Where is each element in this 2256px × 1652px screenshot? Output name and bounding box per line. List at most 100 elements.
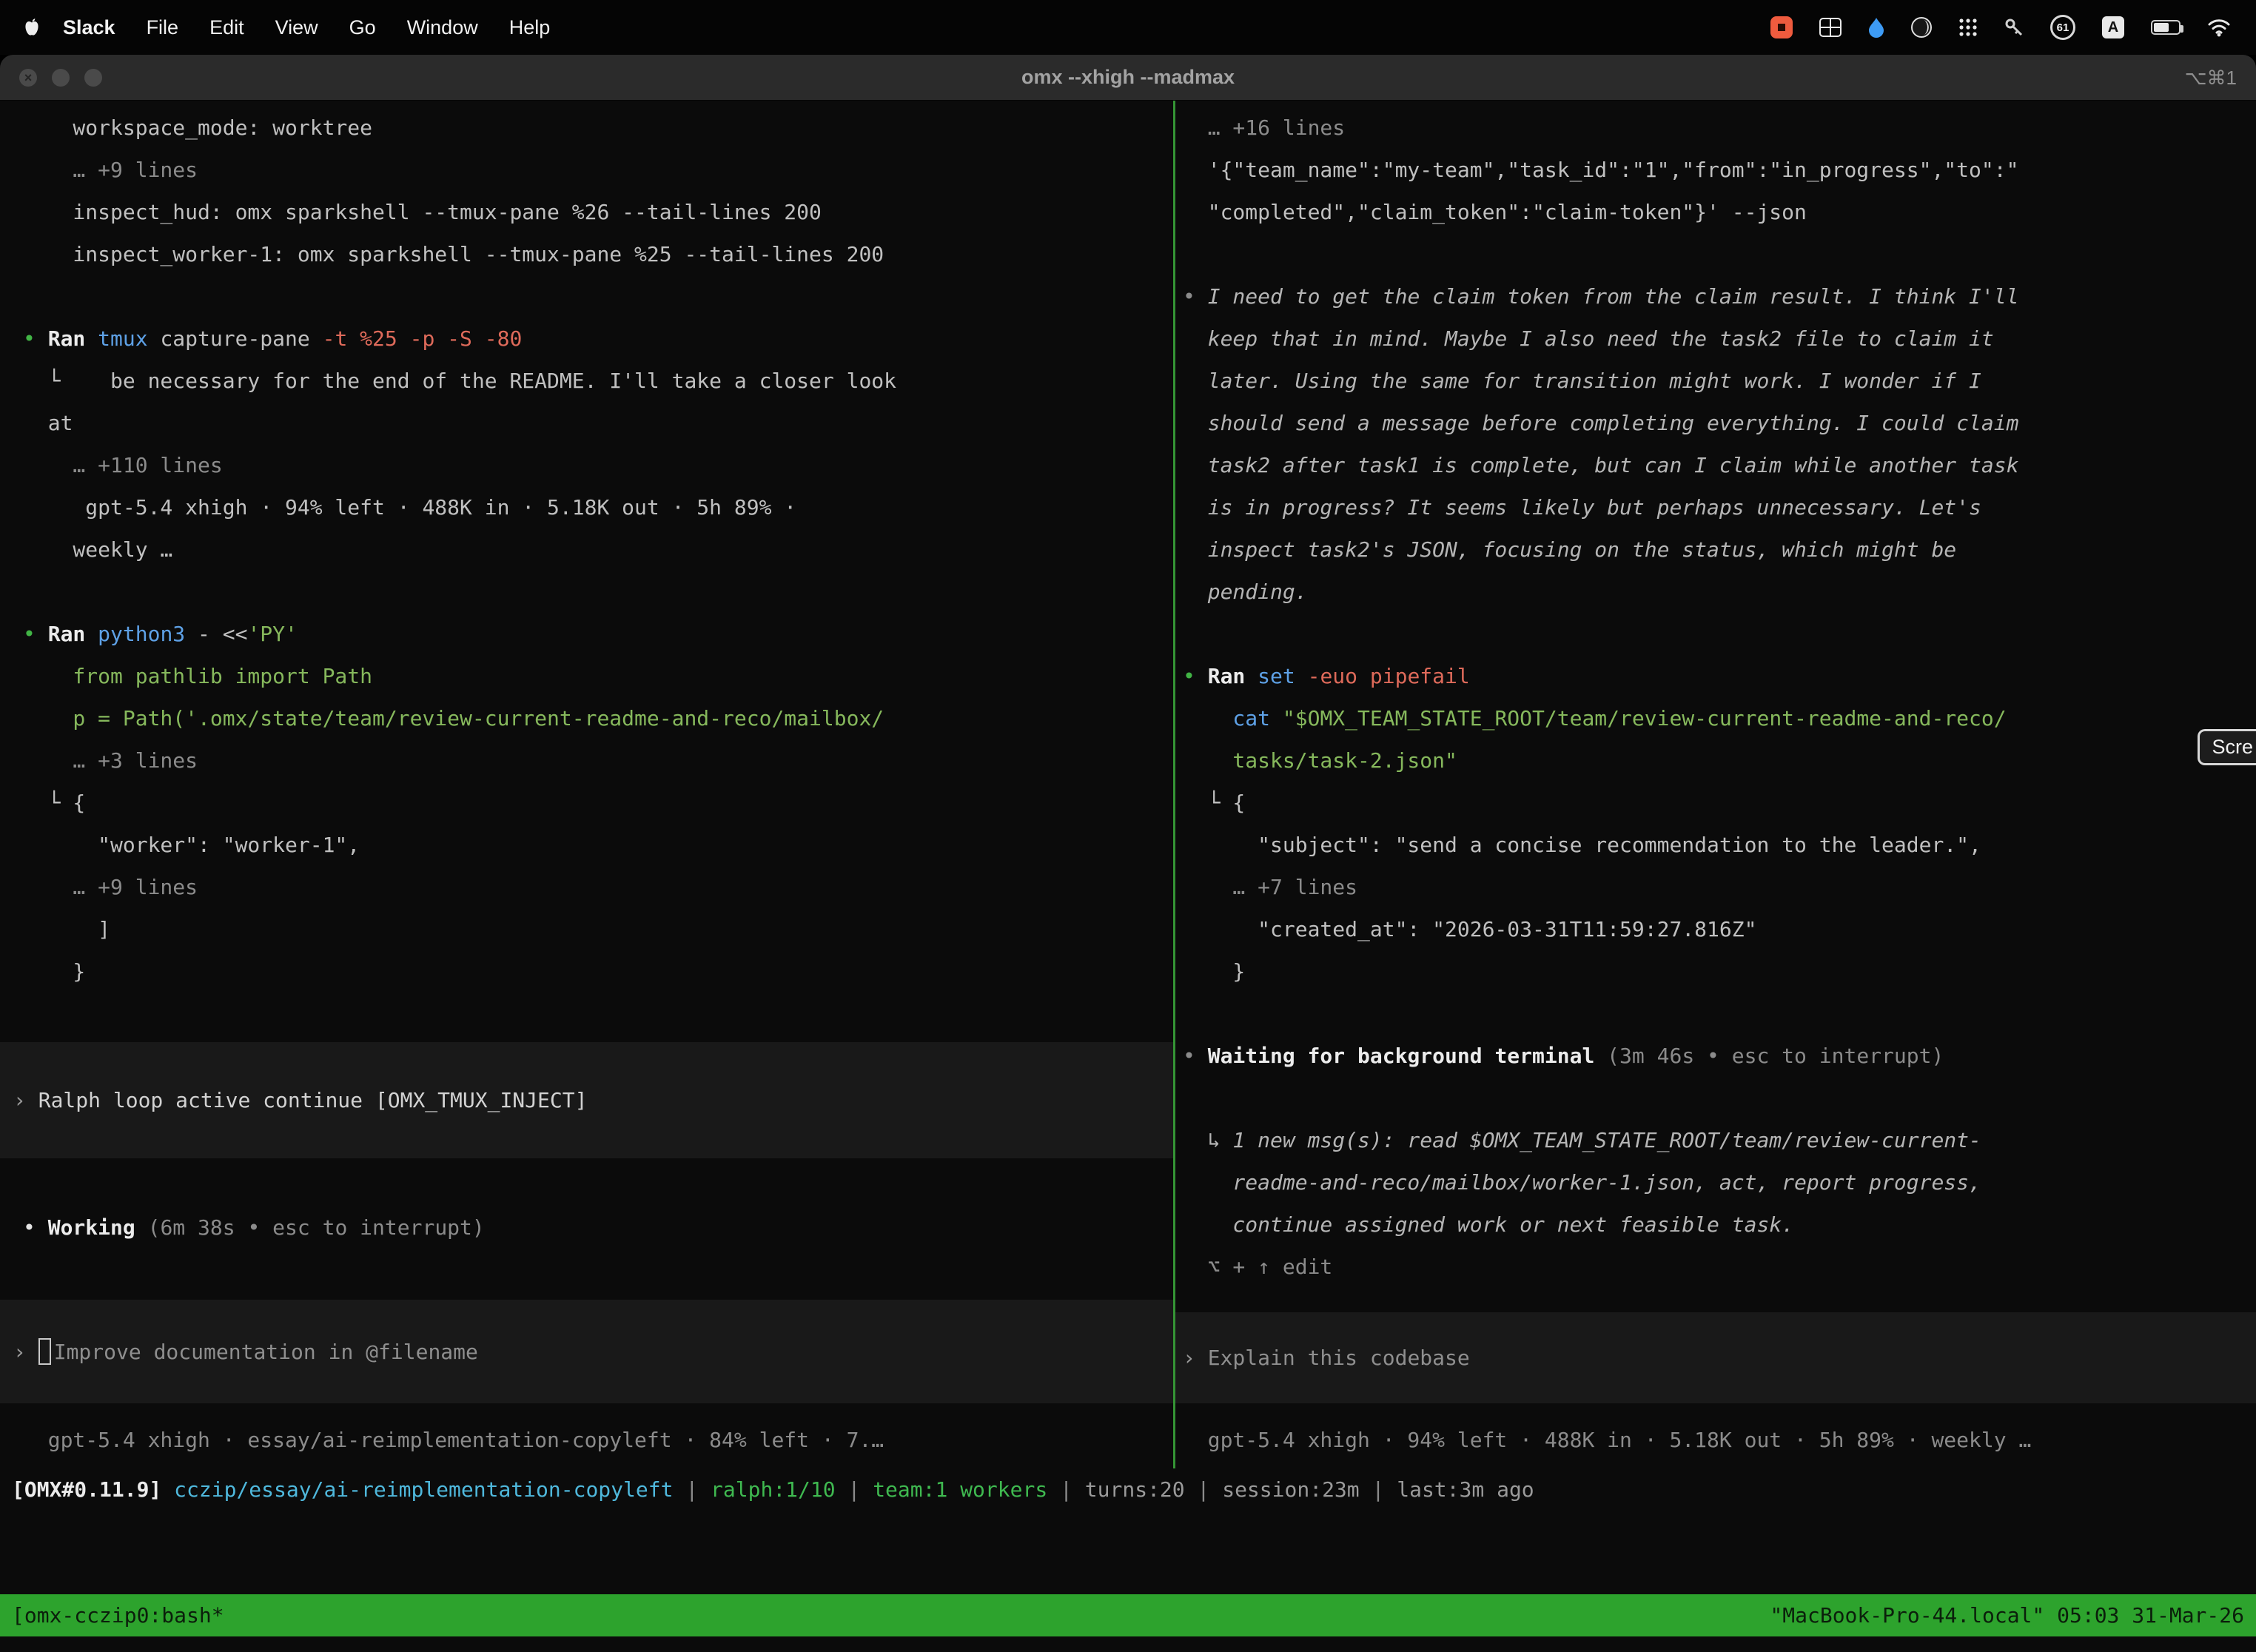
pane-status-line: gpt-5.4 xhigh · 94% left · 488K in · 5.1… <box>1183 1419 2256 1461</box>
bullet-icon: • <box>23 622 48 646</box>
prompt-input-left[interactable]: › Improve documentation in @filename <box>0 1300 1173 1403</box>
menu-view[interactable]: View <box>260 16 334 39</box>
menu-bar-status-icons: 61 A <box>1770 15 2241 40</box>
spacer <box>23 1403 1173 1419</box>
collapsed-lines-indicator: … +3 lines <box>23 739 1173 782</box>
window-title: omx --xhigh --madmax <box>1021 66 1235 89</box>
command-output-line: } <box>23 950 1173 993</box>
edit-shortcut-hint: ⌥ + ↑ edit <box>1183 1246 2256 1288</box>
blank-line <box>23 571 1173 613</box>
screen-recording-icon[interactable] <box>1770 16 1793 38</box>
dots-grid-icon[interactable] <box>1958 18 1978 37</box>
command-output-line: └ be necessary for the end of the README… <box>23 360 1173 402</box>
command-output-line: └ { <box>23 782 1173 824</box>
working-status-line: • Working (6m 38s • esc to interrupt) <box>23 1206 1173 1249</box>
reasoning-line: later. Using the same for transition mig… <box>1183 360 2256 402</box>
omx-version: [OMX#0.11.9] <box>12 1477 161 1502</box>
last-activity: last:3m ago <box>1397 1477 1534 1502</box>
collapsed-lines-indicator: … +7 lines <box>1183 866 2256 908</box>
menu-help[interactable]: Help <box>494 16 566 39</box>
tmux-panes: workspace_mode: worktree … +9 lines insp… <box>0 101 2256 1468</box>
prompt-input-right[interactable]: › Explain this codebase <box>1175 1312 2256 1403</box>
tmux-pane-right[interactable]: … +16 lines '{"team_name":"my-team","tas… <box>1175 101 2256 1468</box>
command-code-line: from pathlib import Path <box>23 655 1173 697</box>
command-code-line: p = Path('.omx/state/team/review-current… <box>23 697 1173 739</box>
key-icon[interactable] <box>2004 18 2024 37</box>
mailbox-message-line: ↳ 1 new msg(s): read $OMX_TEAM_STATE_ROO… <box>1183 1119 2256 1161</box>
collapsed-lines-indicator: … +110 lines <box>23 444 1173 486</box>
tmux-session-name: [omx-cczip0:bash* <box>12 1594 224 1636</box>
bullet-icon: • <box>1183 284 1208 309</box>
text-cursor <box>38 1338 51 1365</box>
collapsed-lines-indicator: … +9 lines <box>23 866 1173 908</box>
wifi-icon[interactable] <box>2207 18 2231 37</box>
tmux-host-clock: "MacBook-Pro-44.local" 05:03 31-Mar-26 <box>1770 1594 2244 1636</box>
bullet-icon: • <box>23 1215 48 1240</box>
reasoning-line: task2 after task1 is complete, but can I… <box>1183 444 2256 486</box>
spacer <box>23 1158 1173 1206</box>
reasoning-line: keep that in mind. Maybe I also need the… <box>1183 318 2256 360</box>
command-tail-line: "completed","claim_token":"claim-token"}… <box>1183 191 2256 233</box>
prompt-chevron-icon: › <box>1183 1346 1208 1370</box>
menu-file[interactable]: File <box>131 16 195 39</box>
ran-command-line: • Ran python3 - <<'PY' <box>23 613 1173 655</box>
session-path: cczip/essay/ai-reimplementation-copyleft <box>161 1477 685 1502</box>
menu-go[interactable]: Go <box>334 16 392 39</box>
app-menu[interactable]: Slack <box>47 16 131 39</box>
command-output-line: "created_at": "2026-03-31T11:59:27.816Z" <box>1183 908 2256 950</box>
screen-share-tooltip[interactable]: Scre <box>2198 729 2256 765</box>
command-output-line: weekly … <box>23 528 1173 571</box>
command-output-line: at <box>23 402 1173 444</box>
bullet-icon: • <box>23 326 48 351</box>
minimize-button[interactable] <box>52 69 70 87</box>
command-output-line: "subject": "send a concise recommendatio… <box>1183 824 2256 866</box>
spacer <box>23 993 1173 1042</box>
window-shortcut-hint: ⌥⌘1 <box>2185 55 2237 101</box>
ran-command-line: • Ran set -euo pipefail <box>1183 655 2256 697</box>
prompt-chevron-icon: › <box>13 1340 38 1364</box>
session-duration: session:23m <box>1222 1477 1372 1502</box>
team-workers: team:1 workers <box>873 1477 1060 1502</box>
command-output-line: ] <box>23 908 1173 950</box>
input-placeholder: Improve documentation in @filename <box>54 1340 478 1364</box>
bullet-icon: • <box>1183 1044 1208 1068</box>
tmux-pane-left[interactable]: workspace_mode: worktree … +9 lines insp… <box>0 101 1175 1468</box>
reasoning-line: is in progress? It seems likely but perh… <box>1183 486 2256 528</box>
tmux-inject-banner[interactable]: › Ralph loop active continue [OMX_TMUX_I… <box>0 1042 1173 1158</box>
input-source-icon[interactable]: A <box>2102 16 2124 38</box>
reasoning-line: • I need to get the claim token from the… <box>1183 275 2256 318</box>
battery-percentage-icon[interactable]: 61 <box>2050 15 2075 40</box>
battery-icon[interactable] <box>2151 20 2181 35</box>
turns-counter: turns:20 <box>1085 1477 1198 1502</box>
pane-status-line: gpt-5.4 xhigh · essay/ai-reimplementatio… <box>23 1419 1173 1461</box>
config-line: inspect_worker-1: omx sparkshell --tmux-… <box>23 233 1173 275</box>
menu-window[interactable]: Window <box>392 16 494 39</box>
menu-bar: Slack File Edit View Go Window Help <box>0 0 2256 55</box>
blank-line <box>1183 233 2256 275</box>
command-output-line: } <box>1183 950 2256 993</box>
apple-menu-icon[interactable] <box>24 18 40 37</box>
mailbox-message-line: readme-and-reco/mailbox/worker-1.json, a… <box>1183 1161 2256 1203</box>
prompt-chevron-icon: › <box>13 1088 38 1112</box>
menu-edit[interactable]: Edit <box>194 16 260 39</box>
window-controls: × <box>19 55 102 101</box>
blank-line <box>1183 993 2256 1035</box>
reasoning-line: pending. <box>1183 571 2256 613</box>
reasoning-line: inspect task2's JSON, focusing on the st… <box>1183 528 2256 571</box>
mailbox-message-line: continue assigned work or next feasible … <box>1183 1203 2256 1246</box>
ralph-counter: ralph:1/10 <box>711 1477 847 1502</box>
menu-bar-menus: Slack File Edit View Go Window Help <box>15 16 565 39</box>
reasoning-line: should send a message before completing … <box>1183 402 2256 444</box>
spacer <box>1183 1403 2256 1419</box>
blank-line <box>23 275 1173 318</box>
input-placeholder: Explain this codebase <box>1208 1346 1470 1370</box>
grid-icon[interactable] <box>1819 18 1842 37</box>
config-line: inspect_hud: omx sparkshell --tmux-pane … <box>23 191 1173 233</box>
config-line: workspace_mode: worktree <box>23 107 1173 149</box>
command-tail-line: '{"team_name":"my-team","task_id":"1","f… <box>1183 149 2256 191</box>
moon-icon[interactable] <box>1911 17 1932 38</box>
zoom-button[interactable] <box>84 69 102 87</box>
droplet-icon[interactable] <box>1868 17 1884 38</box>
window-titlebar[interactable]: × omx --xhigh --madmax ⌥⌘1 <box>0 55 2256 101</box>
close-button[interactable]: × <box>19 69 37 87</box>
